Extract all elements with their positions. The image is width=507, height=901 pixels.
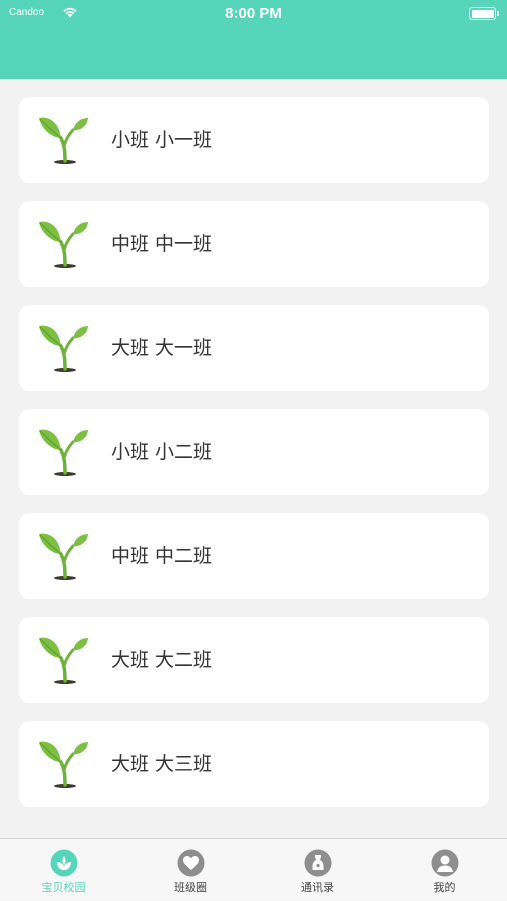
class-name: 大班 大二班 xyxy=(111,649,213,671)
class-card[interactable]: 大班 大三班 xyxy=(19,721,489,807)
tab-class-circle[interactable]: 班级圈 xyxy=(127,839,254,901)
sprout-icon xyxy=(39,117,88,164)
battery-icon xyxy=(469,7,499,20)
profile-icon xyxy=(431,849,458,877)
class-card[interactable]: 中班 中一班 xyxy=(19,201,489,287)
class-list: 小班 小一班 中班 中一班 大班 大一班 小班 小二班 中班 中二班 大班 大二… xyxy=(19,97,489,825)
contacts-icon xyxy=(304,849,331,877)
tab-bar: 宝贝校园 班级圈 通讯录 我的 xyxy=(0,838,507,900)
sprout-icon xyxy=(39,533,88,580)
tab-label: 班级圈 xyxy=(174,881,207,894)
class-name: 中班 中二班 xyxy=(111,545,213,567)
sprout-icon xyxy=(39,741,88,788)
class-name: 小班 小一班 xyxy=(111,129,213,151)
tab-contacts[interactable]: 通讯录 xyxy=(254,839,381,901)
campus-icon xyxy=(50,849,77,877)
status-time: 8:00 PM xyxy=(225,5,282,22)
class-card[interactable]: 大班 大一班 xyxy=(19,305,489,391)
class-card[interactable]: 小班 小二班 xyxy=(19,409,489,495)
class-card[interactable]: 小班 小一班 xyxy=(19,97,489,183)
class-name: 大班 大三班 xyxy=(111,753,213,775)
class-card[interactable]: 中班 中二班 xyxy=(19,513,489,599)
tab-label: 通讯录 xyxy=(301,881,334,894)
class-name: 中班 中一班 xyxy=(111,233,213,255)
heart-icon xyxy=(177,849,204,877)
tab-campus[interactable]: 宝贝校园 xyxy=(0,839,127,901)
class-name: 大班 大一班 xyxy=(111,337,213,359)
header-bar: Candoo 8:00 PM xyxy=(0,0,507,79)
tab-profile[interactable]: 我的 xyxy=(381,839,507,901)
class-card[interactable]: 大班 大二班 xyxy=(19,617,489,703)
sprout-icon xyxy=(39,637,88,684)
sprout-icon xyxy=(39,429,88,476)
tab-label: 我的 xyxy=(433,881,456,894)
class-name: 小班 小二班 xyxy=(111,441,213,463)
sprout-icon xyxy=(39,325,88,372)
sprout-icon xyxy=(39,221,88,268)
tab-label: 宝贝校园 xyxy=(41,881,86,894)
status-bar: Candoo 8:00 PM xyxy=(0,0,507,28)
